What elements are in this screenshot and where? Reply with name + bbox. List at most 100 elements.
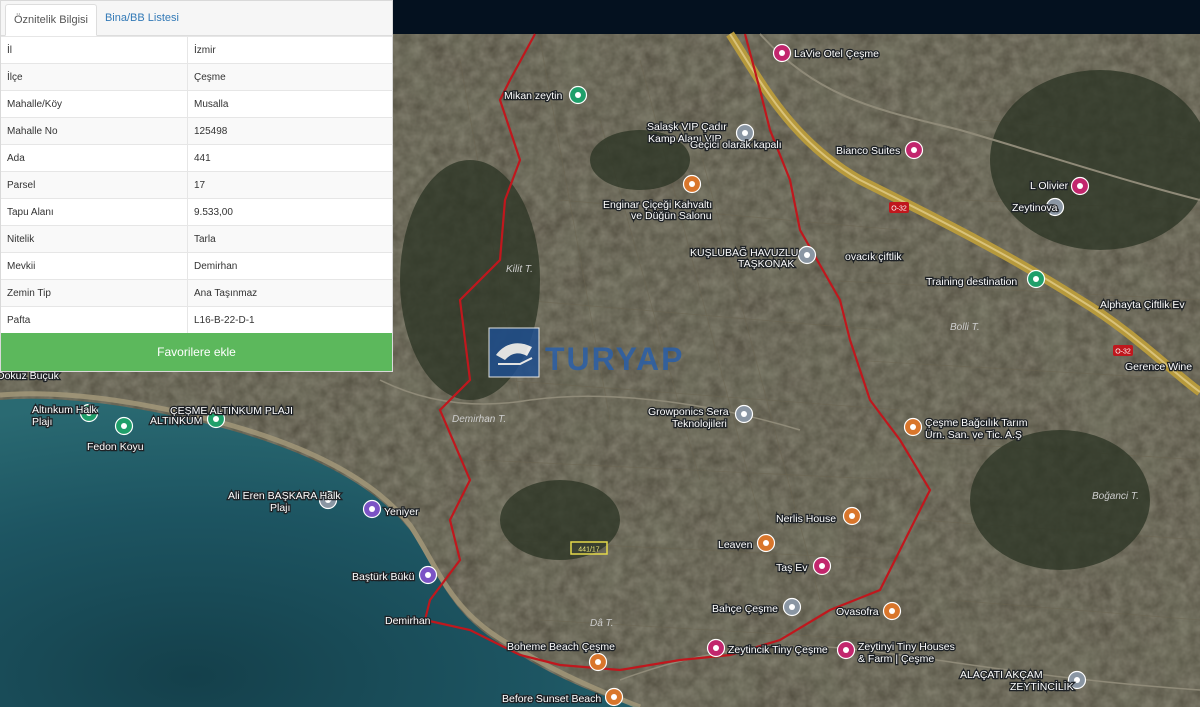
- attribute-value: L16-B-22-D-1: [187, 306, 392, 333]
- place-label[interactable]: ovacık çiftlik: [844, 250, 904, 265]
- place-label[interactable]: Salaşk VIP Çadır: [646, 120, 729, 135]
- restaurant-icon[interactable]: [903, 417, 923, 437]
- place-label[interactable]: Boheme Beach Çeşme: [506, 640, 617, 655]
- attribute-row: Nitelik Tarla: [1, 225, 392, 253]
- restaurant-icon[interactable]: [842, 506, 862, 526]
- place-label[interactable]: Bahçe Çeşme: [711, 602, 780, 617]
- tab-attribute-info[interactable]: Öznitelik Bilgisi: [5, 4, 97, 36]
- place-label[interactable]: ve Düğün Salonu: [630, 209, 713, 224]
- leaf-icon[interactable]: [568, 85, 588, 105]
- place-label[interactable]: ALTINKUM: [149, 414, 204, 429]
- area-label: Kilit T.: [506, 264, 533, 275]
- restaurant-icon[interactable]: [756, 533, 776, 553]
- place-label[interactable]: Growponics Sera: [647, 405, 730, 420]
- road-number: O-32: [891, 206, 907, 213]
- place-label[interactable]: Nerlis House: [775, 512, 838, 527]
- attribute-row: İlçe Çeşme: [1, 63, 392, 91]
- place-icon[interactable]: [797, 245, 817, 265]
- attribute-row: Mevkii Demirhan: [1, 252, 392, 280]
- place-label[interactable]: Before Sunset Beach: [501, 692, 603, 707]
- restaurant-icon[interactable]: [588, 652, 608, 672]
- place-label[interactable]: Taş Ev: [775, 561, 810, 576]
- attribute-key: İl: [1, 36, 188, 64]
- attribute-key: Zemin Tip: [1, 279, 188, 307]
- place-label[interactable]: Alphayta Çiftlik Ev: [1099, 298, 1187, 313]
- attribute-value: Çeşme: [187, 63, 392, 91]
- hotel-icon[interactable]: [836, 640, 856, 660]
- attribute-row: Pafta L16-B-22-D-1: [1, 306, 392, 333]
- attribute-row: Zemin Tip Ana Taşınmaz: [1, 279, 392, 307]
- place-label[interactable]: ZEYTİNCİLİK: [1009, 679, 1075, 695]
- attribute-row: Parsel 17: [1, 171, 392, 199]
- parcel-label: 441/17: [578, 547, 600, 554]
- place-label[interactable]: Altınkum Halk: [31, 403, 99, 418]
- attribute-key: Mahalle No: [1, 117, 188, 145]
- attribute-value: 17: [187, 171, 392, 199]
- place-label[interactable]: Teknolojileri: [671, 417, 728, 432]
- camera-icon[interactable]: [362, 499, 382, 519]
- area-label: Demirhan T.: [452, 414, 506, 425]
- attribute-value: 441: [187, 144, 392, 172]
- beach-icon[interactable]: [114, 416, 134, 436]
- attribute-key: Mahalle/Köy: [1, 90, 188, 118]
- place-label[interactable]: Fedon Koyu: [86, 440, 145, 455]
- restaurant-icon[interactable]: [882, 601, 902, 621]
- tab-building-list[interactable]: Bina/BB Listesi: [97, 1, 187, 35]
- attribute-row: Ada 441: [1, 144, 392, 172]
- place-label[interactable]: Leaven: [717, 538, 754, 553]
- place-label[interactable]: Zeytinova: [1011, 201, 1059, 216]
- attribute-row: İl İzmir: [1, 36, 392, 64]
- attribute-key: Nitelik: [1, 225, 188, 253]
- hotel-icon[interactable]: [706, 638, 726, 658]
- attribute-key: Mevkii: [1, 252, 188, 280]
- place-label[interactable]: Çeşme Bağcılık Tarım: [924, 416, 1029, 431]
- camera-icon[interactable]: [418, 565, 438, 585]
- attribute-value: 125498: [187, 117, 392, 145]
- place-label[interactable]: Ürn. San. ve Tic. A.Ş: [924, 428, 1023, 443]
- road-shield: O-32: [1113, 345, 1133, 356]
- place-label[interactable]: TAŞKONAK: [737, 257, 796, 272]
- place-label[interactable]: Geçici olarak kapalı: [689, 138, 783, 153]
- watermark-text: TURYAP: [545, 341, 684, 377]
- place-label[interactable]: Zeytinyi Tiny Houses: [857, 640, 956, 655]
- place-label[interactable]: Zeytincik Tiny Çeşme: [727, 643, 830, 658]
- place-label[interactable]: Plajı: [269, 501, 292, 516]
- place-label[interactable]: Ovasofra: [835, 605, 880, 620]
- attribute-value: 9.533,00: [187, 198, 392, 226]
- place-icon[interactable]: [1026, 269, 1046, 289]
- attribute-row: Tapu Alanı 9.533,00: [1, 198, 392, 226]
- place-label[interactable]: L Olivier: [1029, 179, 1070, 194]
- panel-tabs: Öznitelik Bilgisi Bina/BB Listesi: [1, 1, 392, 36]
- place-icon[interactable]: [782, 597, 802, 617]
- place-icon[interactable]: [734, 404, 754, 424]
- place-label[interactable]: ALAÇATI AKÇAM: [959, 668, 1044, 683]
- attribute-key: İlçe: [1, 63, 188, 91]
- place-label[interactable]: LaVie Otel Çeşme: [793, 47, 881, 62]
- hotel-icon[interactable]: [772, 43, 792, 63]
- place-label[interactable]: Demirhan: [384, 614, 432, 629]
- hotel-icon[interactable]: [904, 140, 924, 160]
- place-label[interactable]: Mikan zeytin: [503, 89, 564, 104]
- place-label[interactable]: & Farm | Çeşme: [857, 652, 936, 667]
- place-label[interactable]: Yeniyer: [383, 505, 421, 520]
- place-label[interactable]: Ali Eren BAŞKARA Halk: [227, 489, 343, 504]
- attribute-row: Mahalle No 125498: [1, 117, 392, 145]
- hotel-icon[interactable]: [812, 556, 832, 576]
- place-label[interactable]: Training destination: [925, 275, 1019, 290]
- attribute-key: Pafta: [1, 306, 188, 333]
- road-number: O-32: [1115, 349, 1131, 356]
- place-label[interactable]: Plajı: [31, 415, 54, 430]
- area-label: Dâ T.: [590, 618, 614, 629]
- hotel-icon[interactable]: [1070, 176, 1090, 196]
- place-label[interactable]: Gerence Wine: [1124, 360, 1194, 375]
- attribute-key: Tapu Alanı: [1, 198, 188, 226]
- attribute-key: Ada: [1, 144, 188, 172]
- place-label[interactable]: Bianco Suites: [835, 144, 902, 159]
- road-shield: O-32: [889, 202, 909, 213]
- add-to-favorites-button[interactable]: Favorilere ekle: [1, 333, 392, 371]
- place-label[interactable]: Baştürk Bükü: [351, 570, 416, 585]
- attribute-value: Ana Taşınmaz: [187, 279, 392, 307]
- attribute-value: Musalla: [187, 90, 392, 118]
- restaurant-icon[interactable]: [604, 687, 624, 707]
- restaurant-icon[interactable]: [682, 174, 702, 194]
